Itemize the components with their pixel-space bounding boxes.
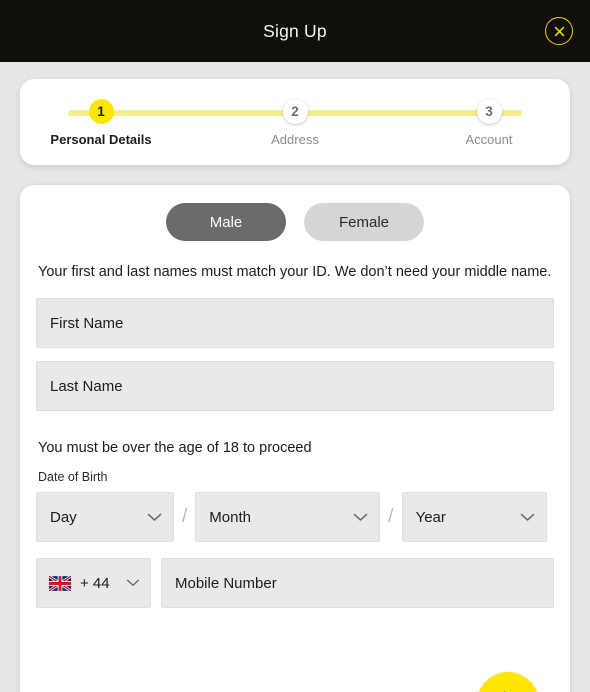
stepper-step-address[interactable]: 2 Address (240, 99, 350, 147)
chevron-down-icon (353, 509, 368, 526)
dob-day-value: Day (50, 508, 77, 526)
chevron-down-icon (147, 509, 162, 526)
mobile-number-input[interactable] (161, 558, 554, 609)
page-title: Sign Up (263, 20, 327, 41)
dob-month-select[interactable]: Month (195, 492, 381, 543)
country-code-value: + 44 (80, 574, 110, 592)
date-of-birth-row: Day / Month / Year (36, 492, 554, 543)
uk-flag-icon (49, 575, 71, 591)
stepper-step-label: Address (271, 132, 319, 147)
stepper-step-account[interactable]: 3 Account (434, 99, 544, 147)
chevron-down-icon (520, 509, 535, 526)
gender-toggle-group: Male Female (36, 203, 554, 241)
close-icon (553, 25, 566, 38)
name-instruction-text: Your first and last names must match you… (38, 264, 552, 280)
stepper-step-number: 1 (88, 99, 114, 124)
next-step-button[interactable] (477, 672, 539, 692)
chevron-down-icon (126, 574, 140, 592)
dob-month-value: Month (209, 508, 251, 526)
stepper-step-label: Personal Details (50, 132, 152, 147)
date-separator: / (182, 506, 188, 528)
gender-male-button[interactable]: Male (166, 203, 286, 241)
progress-stepper-card: 1 Personal Details 2 Address 3 Account (20, 79, 570, 165)
first-name-input[interactable] (36, 298, 554, 349)
date-of-birth-label: Date of Birth (38, 470, 108, 485)
date-separator: / (388, 506, 394, 528)
dob-day-select[interactable]: Day (36, 492, 174, 543)
dob-year-select[interactable]: Year (401, 492, 547, 543)
stepper-step-personal-details[interactable]: 1 Personal Details (46, 99, 156, 147)
last-name-input[interactable] (36, 361, 554, 412)
stepper-step-label: Account (465, 132, 513, 147)
close-button[interactable] (545, 17, 573, 45)
stepper-step-number: 2 (282, 99, 308, 124)
dob-year-value: Year (415, 508, 446, 526)
app-header: Sign Up (0, 0, 590, 62)
mobile-number-row: + 44 (36, 558, 554, 609)
stepper: 1 Personal Details 2 Address 3 Account (42, 99, 548, 147)
personal-details-form-card: Male Female Your first and last names mu… (20, 185, 570, 692)
age-requirement-text: You must be over the age of 18 to procee… (38, 440, 312, 457)
stepper-step-number: 3 (476, 99, 502, 124)
country-code-select[interactable]: + 44 (36, 558, 151, 609)
gender-female-button[interactable]: Female (304, 203, 424, 241)
